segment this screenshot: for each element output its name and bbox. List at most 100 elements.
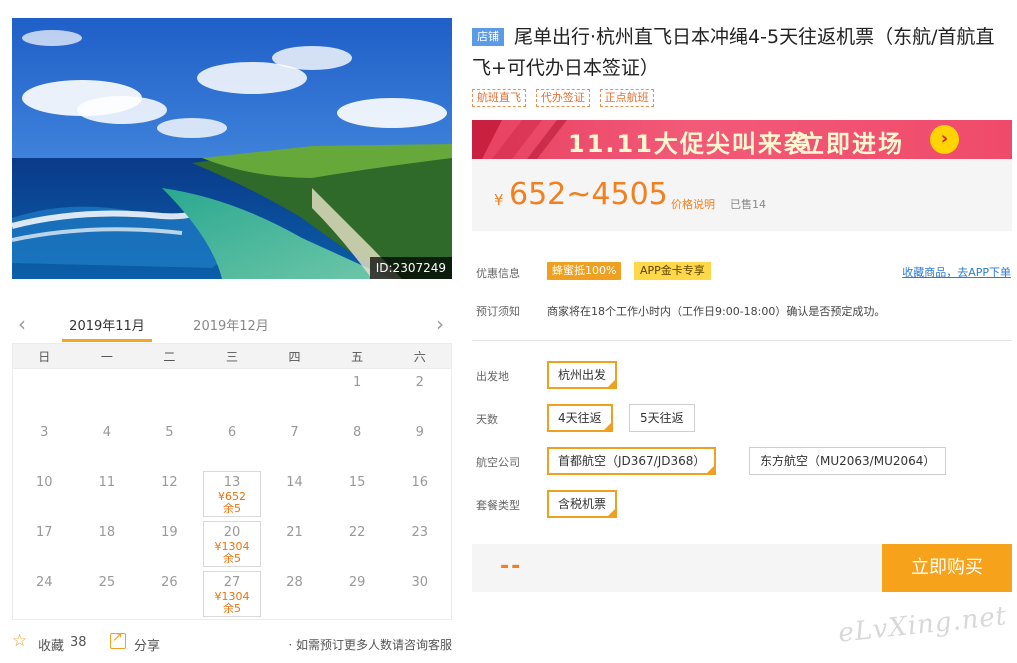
day-number: 7	[290, 425, 299, 440]
day-number: 28	[286, 575, 303, 590]
section-divider	[472, 340, 1012, 341]
day-number: 23	[411, 525, 428, 540]
product-title-text: 尾单出行·杭州直飞日本冲绳4-5天往返机票（东航/首航直飞+可代办日本签证）	[472, 26, 995, 79]
calendar-day: 30	[388, 569, 451, 619]
chevron-right-icon[interactable]: ›	[930, 125, 959, 154]
tab-month-nov[interactable]: 2019年11月	[62, 315, 152, 342]
calendar-day: 4	[76, 419, 139, 469]
favorite-button[interactable]: 收藏	[38, 635, 64, 654]
discount-label: 优惠信息	[476, 267, 520, 280]
calendar-empty	[138, 369, 201, 419]
calendar-day-available[interactable]: 27 ¥1304 余5	[202, 571, 262, 617]
day-number: 20	[223, 525, 241, 540]
total-price: --	[500, 554, 523, 579]
photo-id-label: ID:2307249	[369, 257, 452, 279]
coast-landscape-image	[12, 18, 452, 279]
day-number: 6	[227, 425, 237, 440]
option-package-tax[interactable]: 含税机票	[547, 490, 618, 518]
option-days-5[interactable]: 5天往返	[629, 404, 695, 432]
calendar-day: 25	[76, 569, 139, 619]
day-number: 22	[348, 525, 366, 540]
day-remaining: 余5	[222, 602, 241, 615]
weekday-label: 二	[163, 350, 176, 364]
app-gold-badge: APP金卡专享	[634, 262, 711, 280]
site-watermark: eLvXing.net	[836, 601, 1009, 649]
day-number: 21	[286, 525, 303, 540]
day-number: 30	[411, 575, 428, 590]
calendar-day-available[interactable]: 20 ¥1304 余5	[202, 521, 262, 567]
day-number: 3	[40, 425, 49, 440]
notice-label: 预订须知	[476, 305, 520, 318]
calendar-empty	[13, 369, 76, 419]
calendar-header: ‹ 2019年11月 2019年12月 ›	[12, 305, 452, 343]
option-departure-hangzhou[interactable]: 杭州出发	[547, 361, 618, 389]
calendar-day: 7	[263, 419, 326, 469]
promo-banner[interactable]: 11.11大促尖叫来袭 立即进场 ›	[472, 120, 1012, 159]
weekday-label: 五	[351, 350, 364, 364]
airline-label: 航空公司	[476, 456, 520, 469]
calendar-day: 10	[13, 469, 76, 519]
calendar-day: 16	[388, 469, 451, 519]
product-tags: 航班直飞 代办签证 正点航班	[472, 89, 660, 107]
price-box: ¥ 652~4505 价格说明 已售14	[472, 159, 1012, 231]
day-number: 27	[223, 575, 241, 590]
currency-symbol: ¥	[494, 191, 504, 209]
calendar-day: 15	[326, 469, 389, 519]
day-number: 24	[36, 575, 53, 590]
tag-on-time: 正点航班	[599, 89, 654, 107]
calendar-day: 14	[263, 469, 326, 519]
day-number: 16	[411, 475, 428, 490]
share-icon[interactable]	[110, 630, 126, 649]
day-number: 19	[161, 525, 178, 540]
day-number: 14	[286, 475, 303, 490]
product-title: 店铺 尾单出行·杭州直飞日本冲绳4-5天往返机票（东航/首航直飞+可代办日本签证）	[472, 22, 1012, 84]
calendar-day: 18	[76, 519, 139, 569]
day-remaining: 余5	[222, 502, 241, 515]
day-number: 12	[161, 475, 178, 490]
calendar-day: 3	[13, 419, 76, 469]
calendar-day: 6	[201, 419, 264, 469]
calendar-day: 9	[388, 419, 451, 469]
star-icon[interactable]: ☆	[12, 633, 27, 650]
price-explain-link[interactable]: 价格说明	[671, 196, 715, 212]
calendar-day: 19	[138, 519, 201, 569]
app-order-link[interactable]: 收藏商品，去APP下单	[902, 264, 1011, 280]
contact-note: · 如需预订更多人数请咨询客服	[288, 638, 452, 652]
promo-cta[interactable]: 立即进场	[800, 124, 904, 159]
day-number: 8	[352, 425, 362, 440]
day-number: 29	[348, 575, 366, 590]
prev-month-icon[interactable]: ‹	[18, 314, 26, 334]
day-remaining: 余5	[222, 552, 241, 565]
option-airline-eastern[interactable]: 东方航空（MU2063/MU2064）	[749, 447, 947, 475]
favorite-share-row: ☆ 收藏 38 分享 · 如需预订更多人数请咨询客服	[12, 630, 452, 654]
option-airline-capital[interactable]: 首都航空（JD367/JD368）	[547, 447, 717, 475]
promo-decoration	[472, 120, 567, 159]
weekday-label: 一	[100, 350, 113, 364]
buy-now-button[interactable]: 立即购买	[882, 544, 1012, 592]
day-number: 10	[36, 475, 53, 490]
share-button[interactable]: 分享	[134, 635, 160, 654]
option-days-4[interactable]: 4天往返	[547, 404, 613, 432]
next-month-icon[interactable]: ›	[436, 314, 444, 334]
favorite-count: 38	[70, 635, 87, 650]
departure-label: 出发地	[476, 370, 509, 383]
shop-badge[interactable]: 店铺	[472, 28, 504, 46]
tag-direct-flight: 航班直飞	[472, 89, 526, 107]
day-number: 11	[98, 475, 116, 490]
calendar-day-available[interactable]: 13 ¥652 余5	[202, 471, 262, 517]
calendar-day: 26	[138, 569, 201, 619]
calendar-day: 1	[326, 369, 389, 419]
day-number: 4	[102, 425, 111, 440]
buy-bar: -- 立即购买	[472, 544, 1012, 592]
day-number: 5	[165, 425, 174, 440]
calendar-day: 2	[388, 369, 451, 419]
promo-text: 11.11大促尖叫来袭	[568, 130, 810, 158]
calendar-day: 8	[326, 419, 389, 469]
weekday-label: 六	[413, 350, 426, 364]
weekday-row: 日一二三四五六	[12, 343, 452, 369]
day-number: 13	[223, 475, 241, 490]
calendar-empty	[263, 369, 326, 419]
day-number: 17	[36, 525, 53, 540]
day-number: 9	[415, 425, 424, 440]
tab-month-dec[interactable]: 2019年12月	[186, 315, 276, 334]
